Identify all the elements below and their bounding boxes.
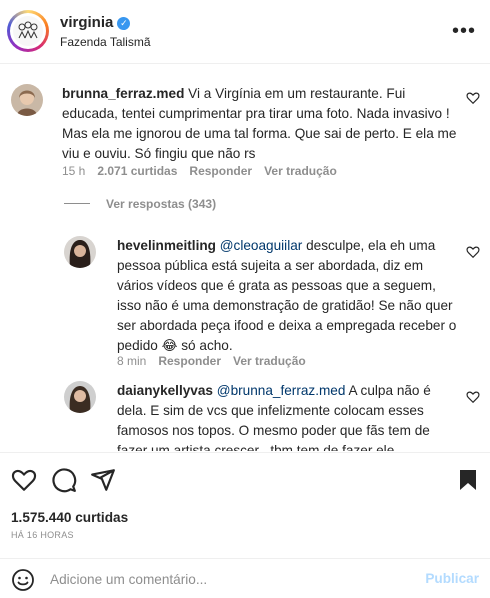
reply-username[interactable]: hevelinmeitling xyxy=(117,238,216,253)
reply-reply-button[interactable]: Responder xyxy=(158,354,221,368)
reply-text-clip: daianykellyvas @brunna_ferraz.med A culp… xyxy=(117,381,460,451)
comment-like-heart-icon[interactable] xyxy=(466,91,480,105)
more-options-icon[interactable]: ••• xyxy=(452,20,476,43)
post-header: virginia ✓ Fazenda Talismã ••• xyxy=(0,0,490,64)
reply-like-heart-icon[interactable] xyxy=(466,245,480,259)
post-location[interactable]: Fazenda Talismã xyxy=(60,35,151,49)
reply-body: desculpe, ela eh uma pessoa pública está… xyxy=(117,238,457,353)
publish-button[interactable]: Publicar xyxy=(425,571,479,586)
reply-translate-button[interactable]: Ver tradução xyxy=(233,354,306,368)
reply-like-heart-icon[interactable] xyxy=(466,390,480,404)
reply-username[interactable]: daianykellyvas xyxy=(117,383,213,398)
comment-translate-button[interactable]: Ver tradução xyxy=(264,164,337,178)
commenter-avatar[interactable] xyxy=(11,84,43,116)
comment-text: brunna_ferraz.med Vi a Virgínia em um re… xyxy=(62,84,457,164)
post-timestamp: HÁ 16 HORAS xyxy=(11,530,74,540)
verified-badge-icon: ✓ xyxy=(117,17,131,30)
reply-mention[interactable]: @cleoaguiilar xyxy=(220,238,303,253)
comment-meta: 15 h 2.071 curtidas Responder Ver tradução xyxy=(62,164,349,178)
avatar-image xyxy=(13,16,43,46)
reply-mention[interactable]: @brunna_ferraz.med xyxy=(217,383,346,398)
bookmark-icon[interactable] xyxy=(456,467,480,493)
reply-avatar[interactable] xyxy=(64,236,96,268)
section-divider xyxy=(0,452,490,453)
reply-text: hevelinmeitling @cleoaguiilar desculpe, … xyxy=(117,236,460,356)
comment-username[interactable]: brunna_ferraz.med xyxy=(62,86,184,101)
reply-meta: 8 min Responder Ver tradução xyxy=(117,354,318,368)
profile-avatar[interactable] xyxy=(7,10,49,52)
emoji-icon[interactable] xyxy=(11,568,35,592)
replies-divider-line xyxy=(64,203,90,204)
comment-time: 15 h xyxy=(62,164,86,178)
comment-icon[interactable] xyxy=(51,467,77,493)
add-comment-bar: Publicar xyxy=(0,558,490,598)
reply-time: 8 min xyxy=(117,354,147,368)
share-icon[interactable] xyxy=(90,467,116,493)
heart-icon[interactable] xyxy=(11,467,37,493)
reply-avatar[interactable] xyxy=(64,381,96,413)
post-likes-count[interactable]: 1.575.440 curtidas xyxy=(11,510,128,525)
reply-text: daianykellyvas @brunna_ferraz.med A culp… xyxy=(117,381,460,451)
post-actions-bar xyxy=(0,462,490,502)
comment-reply-button[interactable]: Responder xyxy=(189,164,252,178)
view-replies-button[interactable]: Ver respostas (343) xyxy=(64,197,216,211)
comment-input[interactable] xyxy=(50,569,410,589)
comment-likes[interactable]: 2.071 curtidas xyxy=(97,164,177,178)
post-username[interactable]: virginia ✓ xyxy=(60,14,131,31)
